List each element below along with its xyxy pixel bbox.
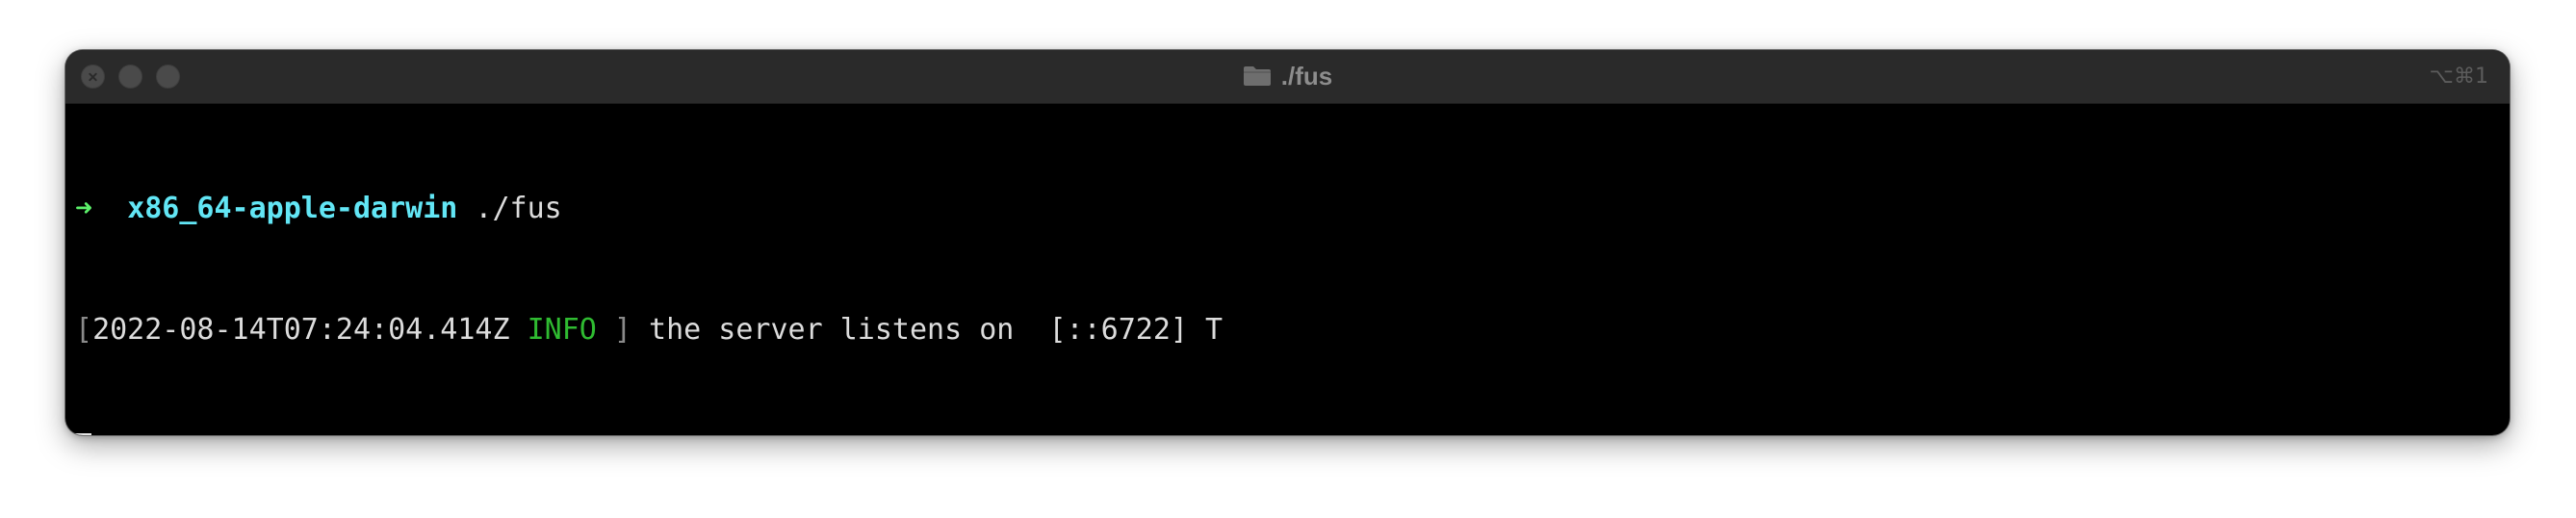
title-bar[interactable]: ./fus ⌥⌘1 xyxy=(65,50,2510,104)
log-message: the server listens on [::6722] T xyxy=(649,313,1224,347)
terminal-window: ./fus ⌥⌘1 ➜ x86_64-apple-darwin ./fus [2… xyxy=(65,50,2510,435)
prompt-host: x86_64-apple-darwin xyxy=(127,192,458,225)
window-title: ./fus xyxy=(65,50,2510,103)
log-timestamp: 2022-08-14T07:24:04.414Z xyxy=(92,313,510,347)
tab-shortcut: ⌥⌘1 xyxy=(2429,65,2488,89)
terminal-cursor xyxy=(75,433,91,435)
folder-icon xyxy=(1243,65,1271,86)
log-level: INFO xyxy=(527,313,597,347)
log-close-bracket: ] xyxy=(613,313,631,347)
prompt-arrow-icon: ➜ xyxy=(75,192,93,225)
log-line: [2022-08-14T07:24:04.414Z INFO ] the ser… xyxy=(75,310,2500,350)
prompt-line: ➜ x86_64-apple-darwin ./fus xyxy=(75,189,2500,229)
terminal-output[interactable]: ➜ x86_64-apple-darwin ./fus [2022-08-14T… xyxy=(75,108,2500,435)
log-open-bracket: [ xyxy=(75,313,93,347)
cursor-line xyxy=(75,431,2500,435)
prompt-command: ./fus xyxy=(475,192,562,225)
window-title-text: ./fus xyxy=(1280,62,1333,91)
